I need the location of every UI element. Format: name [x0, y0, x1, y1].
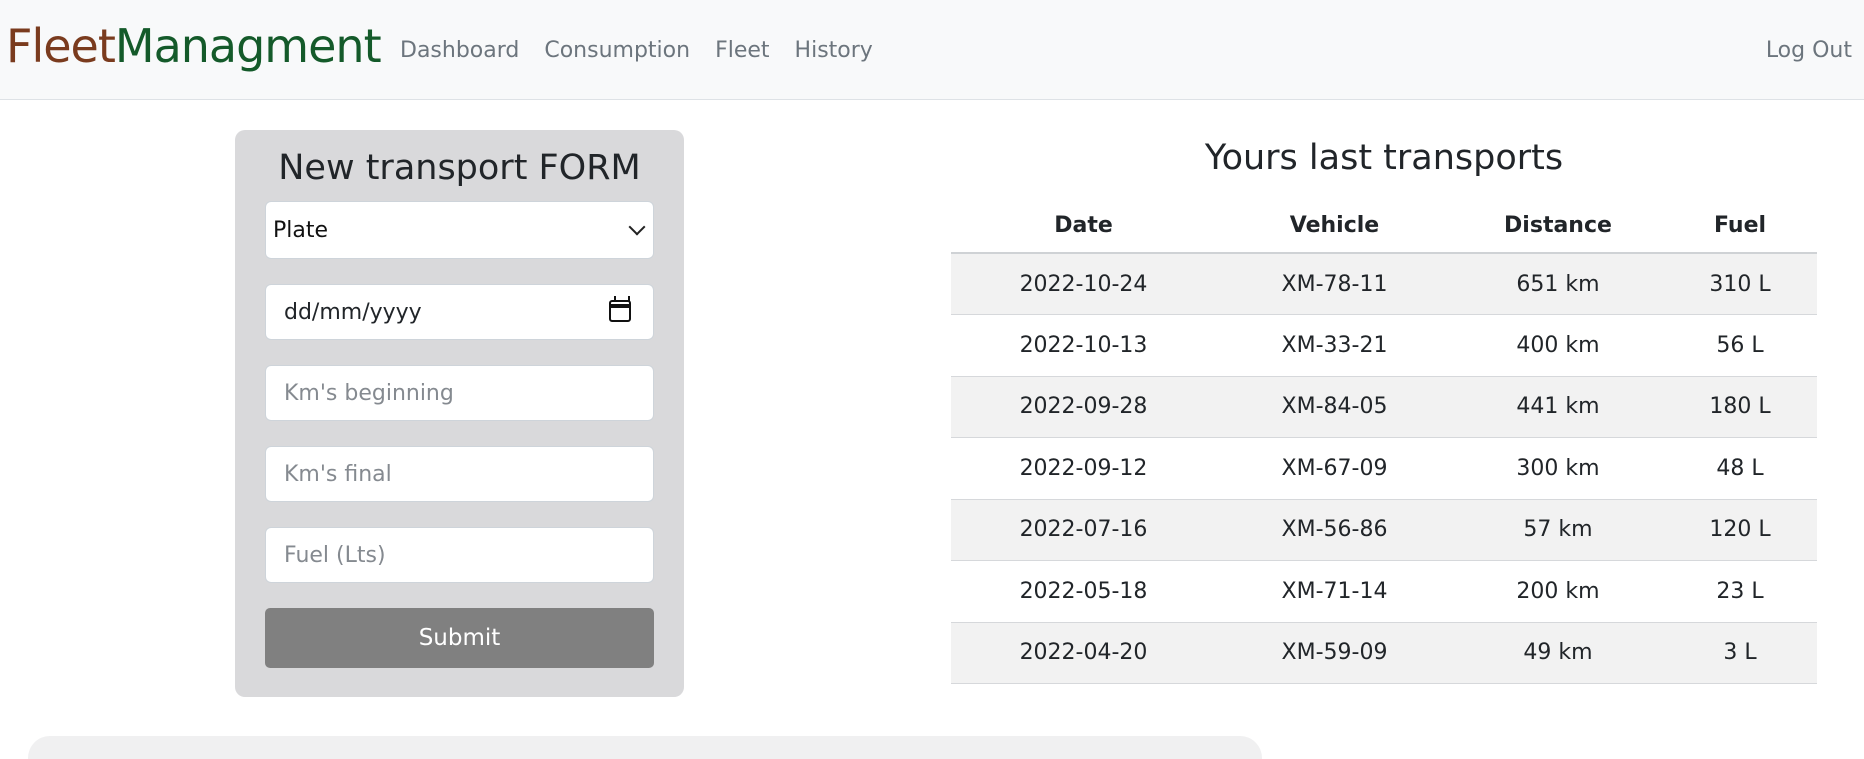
- table-row: 2022-07-16 XM-56-86 57 km 120 L: [951, 499, 1817, 561]
- fuel-input[interactable]: Fuel (Lts): [265, 527, 654, 583]
- table-row: 2022-09-28 XM-84-05 441 km 180 L: [951, 376, 1817, 438]
- bottom-card-partial: [28, 736, 1262, 759]
- nav-link-consumption[interactable]: Consumption: [544, 34, 690, 68]
- cell-distance: 400 km: [1453, 314, 1663, 377]
- cell-date: 2022-09-12: [951, 437, 1216, 500]
- brand-logo[interactable]: FleetManagment: [6, 16, 382, 76]
- cell-date: 2022-07-16: [951, 499, 1216, 561]
- table-row: 2022-10-24 XM-78-11 651 km 310 L: [951, 253, 1817, 315]
- fuel-placeholder: Fuel (Lts): [284, 542, 386, 568]
- cell-vehicle: XM-56-86: [1216, 499, 1453, 561]
- calendar-icon[interactable]: [609, 296, 631, 322]
- new-transport-form: New transport FORM Plate dd/mm/yyyy Km's…: [235, 130, 684, 697]
- cell-distance: 300 km: [1453, 437, 1663, 500]
- km-beginning-placeholder: Km's beginning: [284, 380, 454, 406]
- cell-date: 2022-09-28: [951, 376, 1216, 438]
- table-row: 2022-10-13 XM-33-21 400 km 56 L: [951, 314, 1817, 377]
- cell-distance: 651 km: [1453, 253, 1663, 315]
- cell-fuel: 310 L: [1663, 253, 1817, 315]
- cell-vehicle: XM-33-21: [1216, 314, 1453, 377]
- table-row: 2022-04-20 XM-59-09 49 km 3 L: [951, 622, 1817, 684]
- cell-vehicle: XM-59-09: [1216, 622, 1453, 684]
- nav-link-dashboard[interactable]: Dashboard: [400, 34, 519, 68]
- nav-link-history[interactable]: History: [795, 34, 873, 68]
- header-vehicle: Vehicle: [1216, 199, 1453, 254]
- cell-fuel: 3 L: [1663, 622, 1817, 684]
- cell-date: 2022-04-20: [951, 622, 1216, 684]
- cell-fuel: 180 L: [1663, 376, 1817, 438]
- cell-vehicle: XM-78-11: [1216, 253, 1453, 315]
- brand-part2: Managment: [114, 19, 382, 73]
- cell-fuel: 56 L: [1663, 314, 1817, 377]
- cell-date: 2022-10-24: [951, 253, 1216, 315]
- cell-date: 2022-05-18: [951, 560, 1216, 623]
- cell-fuel: 120 L: [1663, 499, 1817, 561]
- nav-links: Dashboard Consumption Fleet History: [400, 34, 873, 68]
- km-final-placeholder: Km's final: [284, 461, 392, 487]
- km-final-input[interactable]: Km's final: [265, 446, 654, 502]
- plate-select-value: Plate: [273, 217, 329, 243]
- km-beginning-input[interactable]: Km's beginning: [265, 365, 654, 421]
- cell-fuel: 48 L: [1663, 437, 1817, 500]
- transports-table: Date Vehicle Distance Fuel 2022-10-24 XM…: [951, 199, 1817, 684]
- cell-vehicle: XM-67-09: [1216, 437, 1453, 500]
- form-title: New transport FORM: [278, 148, 641, 188]
- date-input-placeholder: dd/mm/yyyy: [284, 299, 422, 325]
- cell-date: 2022-10-13: [951, 314, 1216, 377]
- logout-link[interactable]: Log Out: [1766, 34, 1852, 68]
- cell-distance: 200 km: [1453, 560, 1663, 623]
- plate-select[interactable]: Plate: [265, 201, 654, 259]
- cell-distance: 49 km: [1453, 622, 1663, 684]
- chevron-down-icon: [628, 218, 646, 236]
- nav-link-fleet[interactable]: Fleet: [715, 34, 769, 68]
- header-fuel: Fuel: [1663, 199, 1817, 254]
- table-row: 2022-05-18 XM-71-14 200 km 23 L: [951, 560, 1817, 623]
- date-input[interactable]: dd/mm/yyyy: [265, 284, 654, 340]
- cell-fuel: 23 L: [1663, 560, 1817, 623]
- cell-vehicle: XM-84-05: [1216, 376, 1453, 438]
- submit-button[interactable]: Submit: [265, 608, 654, 668]
- transports-title: Yours last transports: [1204, 138, 1564, 178]
- header-distance: Distance: [1453, 199, 1663, 254]
- cell-distance: 441 km: [1453, 376, 1663, 438]
- table-header-row: Date Vehicle Distance Fuel: [951, 199, 1817, 254]
- navbar: FleetManagment Dashboard Consumption Fle…: [0, 0, 1864, 100]
- brand-part1: Fleet: [6, 19, 116, 73]
- header-date: Date: [951, 199, 1216, 254]
- cell-vehicle: XM-71-14: [1216, 560, 1453, 623]
- table-row: 2022-09-12 XM-67-09 300 km 48 L: [951, 437, 1817, 500]
- cell-distance: 57 km: [1453, 499, 1663, 561]
